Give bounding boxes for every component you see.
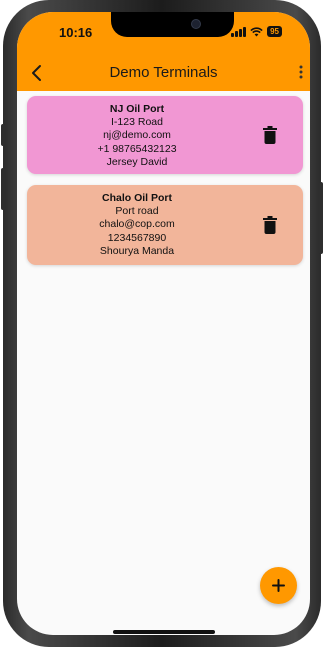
delete-button[interactable] xyxy=(263,216,277,234)
status-time: 10:16 xyxy=(59,25,93,40)
terminal-phone: 1234567890 xyxy=(107,231,167,244)
plus-icon xyxy=(272,579,285,592)
wifi-icon xyxy=(250,26,263,36)
more-options-button[interactable] xyxy=(298,64,304,80)
terminal-phone: +1 98765432123 xyxy=(97,142,177,155)
delete-button[interactable] xyxy=(263,126,277,144)
phone-power-button xyxy=(319,182,323,254)
more-vert-icon xyxy=(299,65,303,79)
app-screen: 10:16 95 Demo Terminals NJ Oil Port I-12… xyxy=(17,12,310,635)
terminal-name: NJ Oil Port xyxy=(109,103,165,115)
trash-icon xyxy=(263,126,277,144)
terminal-details: NJ Oil Port I-123 Road nj@demo.com +1 98… xyxy=(27,103,247,169)
phone-frame: 10:16 95 Demo Terminals NJ Oil Port I-12… xyxy=(1,0,323,647)
terminal-address: I-123 Road xyxy=(111,116,163,129)
cellular-signal-icon xyxy=(231,26,247,37)
status-icons: 95 xyxy=(231,26,282,37)
terminal-contact: Jersey David xyxy=(106,155,168,168)
terminal-details: Chalo Oil Port Port road chalo@cop.com 1… xyxy=(27,192,247,258)
terminal-card[interactable]: Chalo Oil Port Port road chalo@cop.com 1… xyxy=(27,185,303,265)
page-title: Demo Terminals xyxy=(109,64,218,81)
terminal-name: Chalo Oil Port xyxy=(101,192,172,204)
camera-icon xyxy=(191,19,201,29)
phone-silent-switch xyxy=(1,124,5,146)
app-bar: 10:16 95 Demo Terminals xyxy=(17,12,310,91)
trash-icon xyxy=(263,216,277,234)
phone-notch xyxy=(111,12,234,37)
terminal-email: nj@demo.com xyxy=(103,129,171,142)
battery-indicator: 95 xyxy=(267,26,282,37)
terminal-email: chalo@cop.com xyxy=(99,218,175,231)
terminal-address: Port road xyxy=(115,205,159,218)
home-indicator[interactable] xyxy=(113,630,215,634)
phone-volume-up xyxy=(1,168,5,210)
add-terminal-button[interactable] xyxy=(260,567,297,604)
terminal-contact: Shourya Manda xyxy=(99,244,175,257)
terminal-card[interactable]: NJ Oil Port I-123 Road nj@demo.com +1 98… xyxy=(27,96,303,174)
